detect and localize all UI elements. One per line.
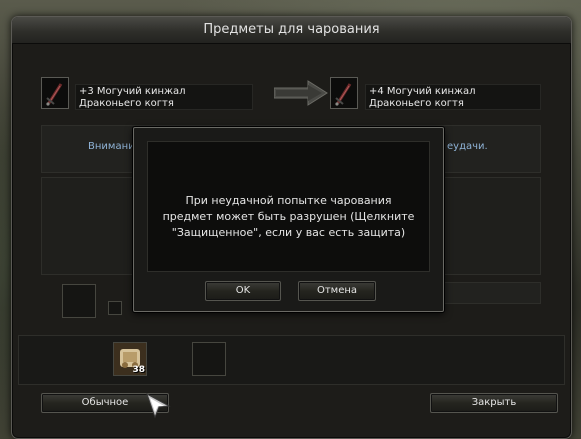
- scroll-count: 38: [132, 365, 145, 375]
- dagger-icon: [331, 78, 357, 108]
- dialog-message-line-2: предмет может быть разрушен (Щелкните: [162, 210, 415, 223]
- notice-text-left: Внимани: [88, 141, 135, 152]
- dialog-message-line-1: При неудачной попытке чарования: [185, 194, 392, 207]
- source-item-slot[interactable]: [41, 77, 69, 109]
- dagger-icon: [42, 78, 68, 108]
- dialog-message: При неудачной попытке чарования предмет …: [148, 193, 429, 241]
- enchant-scroll-slot[interactable]: 38: [113, 342, 147, 376]
- protection-item-slot[interactable]: [62, 284, 96, 318]
- result-item-name: +4 Могучий кинжал Драконьего когтя: [365, 84, 541, 110]
- lower-right-field: [442, 282, 541, 304]
- result-item-slot[interactable]: [330, 77, 358, 109]
- empty-material-slot[interactable]: [192, 342, 226, 376]
- window-title: Предметы для чарования: [12, 17, 571, 44]
- notice-text-right: еудачи.: [447, 141, 488, 152]
- dialog-message-area: При неудачной попытке чарования предмет …: [147, 141, 430, 272]
- mouse-cursor-icon: [146, 393, 171, 419]
- ok-button[interactable]: OK: [205, 281, 281, 301]
- close-button[interactable]: Закрыть: [430, 393, 558, 413]
- protection-checkbox[interactable]: [108, 301, 122, 315]
- arrow-right-icon: [273, 80, 328, 109]
- confirm-dialog: При неудачной попытке чарования предмет …: [133, 127, 444, 312]
- source-item-name: +3 Могучий кинжал Драконьего когтя: [75, 84, 253, 110]
- cancel-button[interactable]: Отмена: [298, 281, 376, 301]
- materials-panel: [18, 335, 565, 385]
- dialog-message-line-3: "Защищенное", если у вас есть защита): [171, 226, 406, 239]
